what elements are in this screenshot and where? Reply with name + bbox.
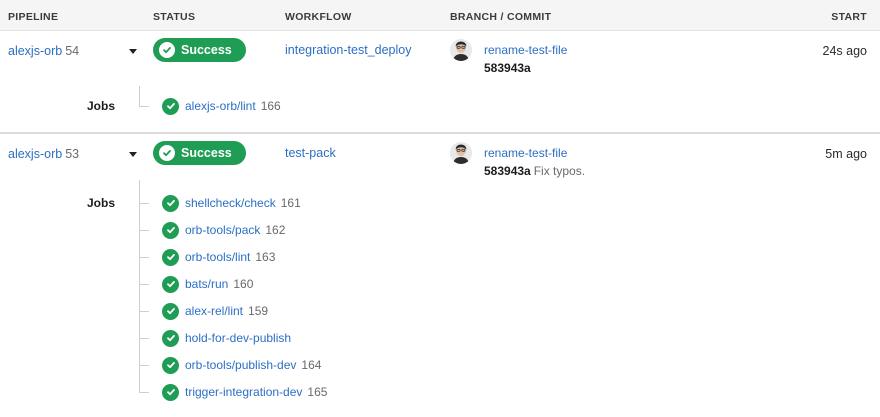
check-circle-icon [162,97,179,115]
check-circle-icon [162,275,179,293]
avatar [450,39,472,61]
status-badge[interactable]: Success [153,38,246,62]
job-name[interactable]: trigger-integration-dev [185,385,302,399]
job-tree-branch [139,365,149,366]
column-header-branch-commit: BRANCH / COMMIT [450,11,552,23]
check-circle-icon [159,42,175,58]
column-header-status: STATUS [153,11,196,23]
commit-info: 583943a Fix typos. [484,164,585,178]
column-header-start: START [831,11,867,23]
branch-link[interactable]: rename-test-file [484,146,567,160]
job-tree-branch [139,338,149,339]
job-number: 160 [233,277,254,291]
job-item[interactable]: orb-tools/publish-dev 164 [162,355,321,375]
job-number: 162 [265,223,286,237]
column-header-pipeline: PIPELINE [8,11,59,23]
job-number: 166 [260,99,281,113]
check-circle-icon [162,302,179,320]
commit-sha[interactable]: 583943a [484,164,531,178]
job-tree-branch [139,257,149,258]
job-item[interactable]: bats/run 160 [162,274,253,294]
job-number: 161 [280,196,301,210]
pipeline-link[interactable]: alexjs-orb 53 [8,147,79,161]
job-item[interactable]: orb-tools/pack 162 [162,220,285,240]
job-item[interactable]: alexjs-orb/lint 166 [162,96,281,116]
job-name[interactable]: bats/run [185,277,228,291]
job-name[interactable]: orb-tools/publish-dev [185,358,296,372]
status-badge[interactable]: Success [153,141,246,165]
job-item[interactable]: shellcheck/check 161 [162,193,301,213]
check-circle-icon [162,329,179,347]
pipeline-name[interactable]: alexjs-orb [8,147,62,161]
job-number: 164 [301,358,322,372]
pipeline-link[interactable]: alexjs-orb 54 [8,44,79,58]
job-name[interactable]: shellcheck/check [185,196,276,210]
branch-link[interactable]: rename-test-file [484,43,567,57]
pipeline-name[interactable]: alexjs-orb [8,44,62,58]
pipeline-number: 54 [65,44,80,58]
job-item[interactable]: hold-for-dev-publish [162,328,291,348]
job-name[interactable]: orb-tools/lint [185,250,250,264]
job-item[interactable]: trigger-integration-dev 165 [162,382,327,402]
jobs-label: Jobs [87,99,116,113]
job-tree-branch [139,311,149,312]
job-tree-line [139,86,140,106]
table-header: PIPELINE STATUS WORKFLOW BRANCH / COMMIT… [0,0,880,31]
job-tree-branch [139,392,149,393]
avatar [450,142,472,164]
check-circle-icon [162,356,179,374]
job-number: 159 [248,304,269,318]
jobs-label: Jobs [87,196,116,210]
check-circle-icon [162,383,179,401]
job-item[interactable]: orb-tools/lint 163 [162,247,275,267]
job-tree-line [139,180,140,392]
caret-down-icon[interactable] [129,152,137,157]
check-circle-icon [159,145,175,161]
caret-down-icon[interactable] [129,49,137,54]
job-number: 165 [307,385,328,399]
commit-sha[interactable]: 583943a [484,61,531,75]
commit-message: Fix typos. [533,164,586,178]
workflow-link[interactable]: test-pack [285,146,336,160]
commit-info: 583943a [484,61,531,75]
job-tree-branch [139,203,149,204]
check-circle-icon [162,248,179,266]
pipeline-number: 53 [65,147,80,161]
column-header-workflow: WORKFLOW [285,11,352,23]
status-label: Success [181,146,232,160]
status-label: Success [181,43,232,57]
job-tree-branch [139,230,149,231]
check-circle-icon [162,194,179,212]
job-tree-branch [139,284,149,285]
check-circle-icon [162,221,179,239]
start-time: 5m ago [825,147,867,161]
job-item[interactable]: alex-rel/lint 159 [162,301,268,321]
job-name[interactable]: orb-tools/pack [185,223,260,237]
workflow-link[interactable]: integration-test_deploy [285,43,411,57]
job-name[interactable]: alex-rel/lint [185,304,243,318]
job-name[interactable]: alexjs-orb/lint [185,99,256,113]
row-separator [0,132,880,134]
start-time: 24s ago [822,44,867,58]
job-number: 163 [255,250,276,264]
job-name[interactable]: hold-for-dev-publish [185,331,291,345]
job-tree-branch [139,106,149,107]
